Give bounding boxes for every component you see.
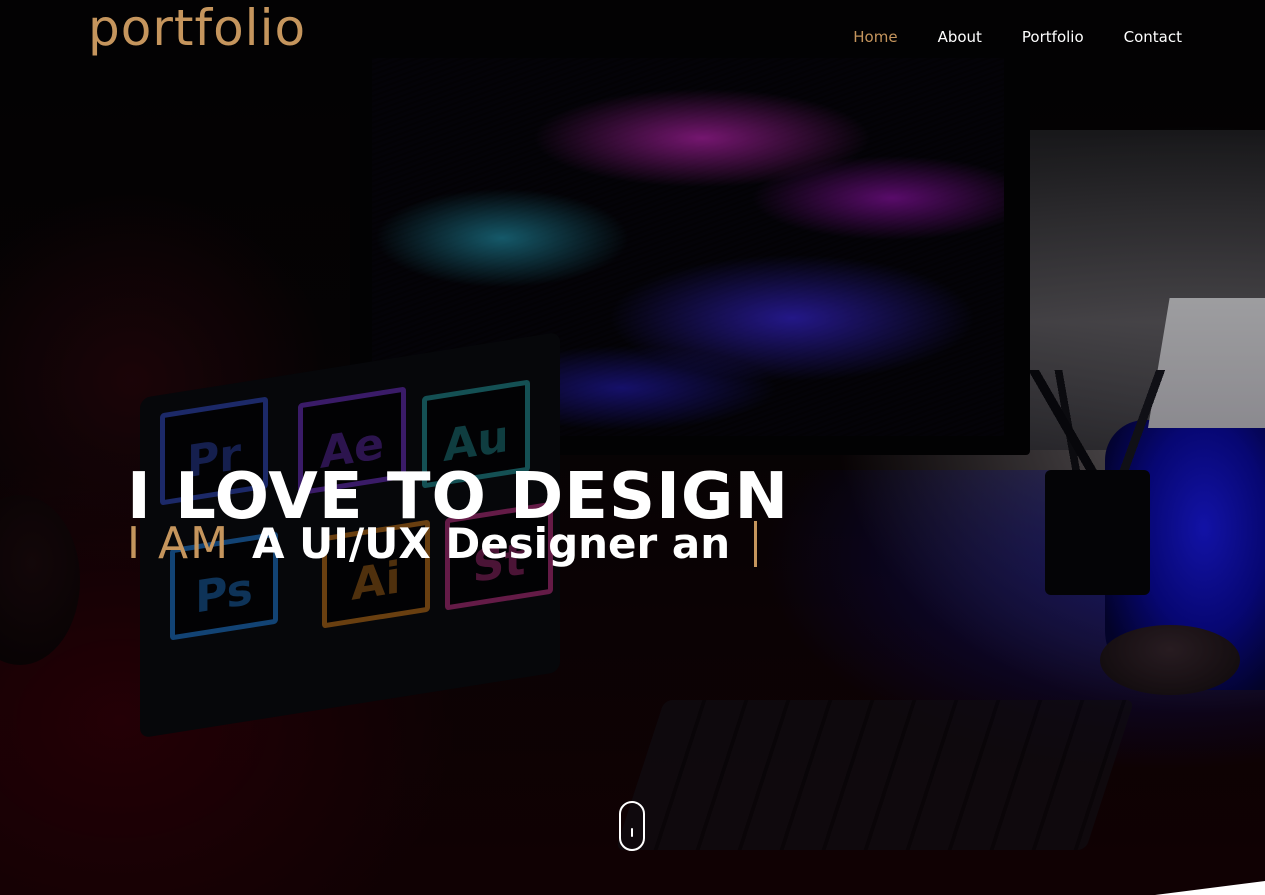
typing-cursor bbox=[754, 521, 758, 567]
mouse-scroll-icon[interactable] bbox=[619, 801, 645, 851]
nav-link-portfolio[interactable]: Portfolio bbox=[1022, 26, 1084, 48]
dark-overlay bbox=[0, 0, 1265, 895]
nav-link-about[interactable]: About bbox=[938, 26, 982, 48]
hero-background-image: Pr Ae Au Ps Ai St bbox=[0, 0, 1265, 895]
hero-subline: I AM A UI/UX Designer an bbox=[127, 514, 758, 574]
main-nav: Home About Portfolio Contact bbox=[853, 26, 1182, 48]
nav-link-contact[interactable]: Contact bbox=[1124, 26, 1182, 48]
typed-role-text: A UI/UX Designer an bbox=[252, 519, 731, 568]
site-logo[interactable]: portfolio bbox=[88, 0, 306, 58]
nav-link-home[interactable]: Home bbox=[853, 26, 897, 48]
scroll-wheel bbox=[631, 828, 633, 837]
hero-prefix: I AM bbox=[127, 518, 231, 569]
